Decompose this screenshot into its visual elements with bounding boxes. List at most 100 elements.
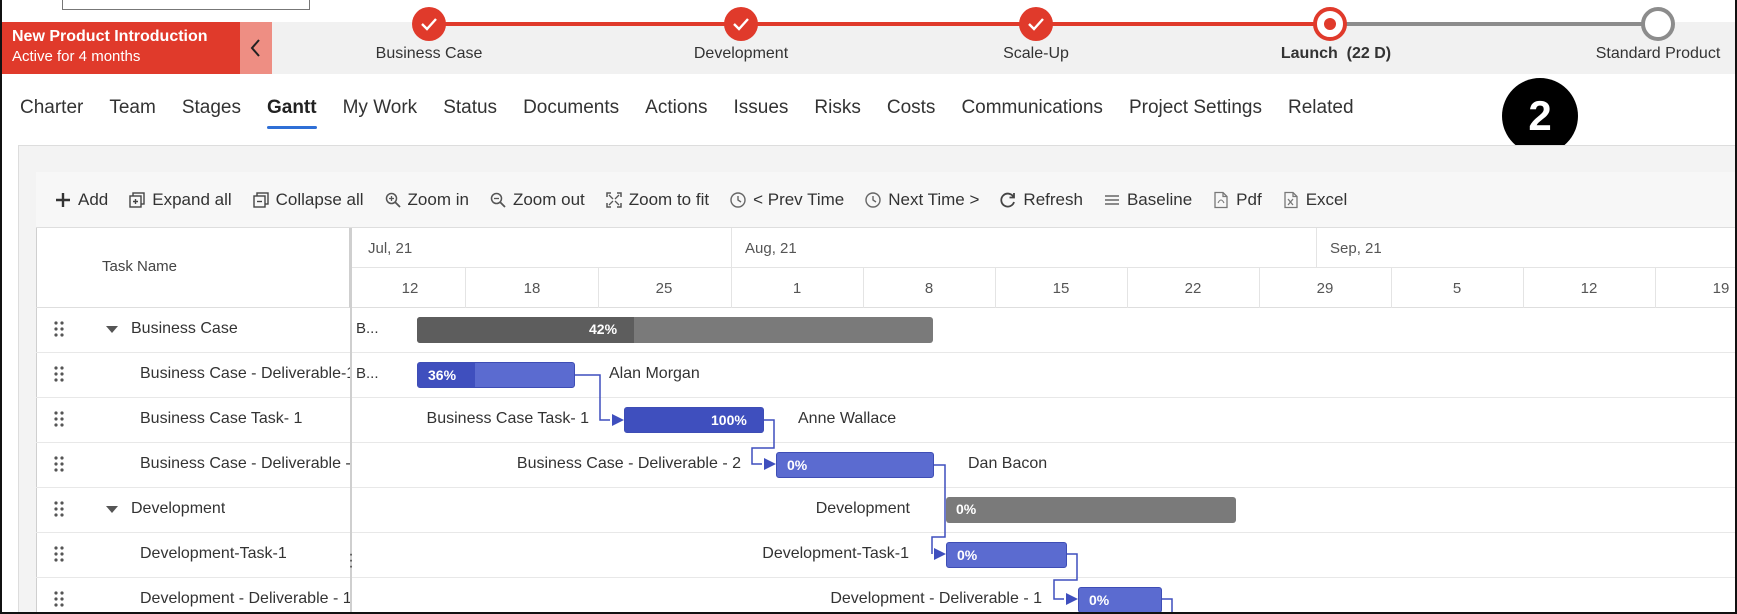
baseline-button[interactable]: Baseline — [1103, 190, 1192, 210]
refresh-label: Refresh — [1023, 189, 1083, 209]
zoom-to-fit-button[interactable]: Zoom to fit — [605, 190, 709, 210]
task-bar[interactable]: 36% — [417, 362, 575, 388]
tab-issues[interactable]: Issues — [733, 96, 788, 130]
task-name[interactable]: Development - Deliverable - 1 — [140, 590, 350, 608]
collapse-header-button[interactable] — [240, 22, 272, 74]
stage-line-pending — [1330, 22, 1658, 26]
task-name[interactable]: Development-Task-1 — [140, 545, 350, 563]
truncated-task-label: B... — [356, 320, 379, 337]
baseline-label: Baseline — [1126, 189, 1193, 209]
task-name[interactable]: Development — [131, 500, 225, 518]
plus-icon — [56, 192, 70, 207]
tab-team[interactable]: Team — [109, 96, 155, 130]
task-name[interactable]: Business Case - Deliverable-1 — [140, 365, 350, 383]
tab-charter[interactable]: Charter — [20, 96, 83, 130]
collapse-caret-icon[interactable] — [106, 326, 118, 333]
tab-documents[interactable]: Documents — [523, 96, 619, 130]
task-bar[interactable]: 100% — [624, 407, 764, 433]
bar-task-label: Business Case Task- 1 — [426, 410, 589, 427]
zoom-out-button[interactable]: Zoom out — [489, 190, 585, 210]
table-row[interactable]: Development - Deliverable - 1 Developmen… — [36, 578, 1735, 612]
table-row[interactable]: Business Case - Deliverable-1 B... 36% A… — [36, 353, 1735, 398]
tab-actions[interactable]: Actions — [645, 96, 707, 130]
task-grid-header: Task Name — [36, 228, 350, 308]
stage-marker-development[interactable] — [724, 7, 758, 41]
table-row[interactable]: Business Case B... 42% — [36, 308, 1735, 353]
add-button[interactable]: Add — [54, 190, 108, 210]
zoom-to-fit-label: Zoom to fit — [628, 189, 710, 209]
task-name[interactable]: Business Case — [131, 320, 238, 338]
tab-project-settings[interactable]: Project Settings — [1129, 96, 1262, 130]
stage-marker-scale-up[interactable] — [1019, 7, 1053, 41]
tab-gantt[interactable]: Gantt — [266, 96, 317, 130]
zoom-to-fit-icon — [606, 191, 622, 208]
collapse-caret-icon[interactable] — [106, 506, 118, 513]
month-label: Aug, 21 — [745, 240, 797, 257]
pdf-icon — [1214, 191, 1228, 208]
stage-marker-business-case[interactable] — [412, 7, 446, 41]
day-divider — [731, 268, 732, 308]
stage-marker-standard-product[interactable] — [1641, 7, 1675, 41]
drag-handle-icon[interactable] — [54, 410, 64, 428]
zoom-out-icon — [490, 192, 506, 208]
clock-icon — [865, 191, 881, 208]
tab-my-work[interactable]: My Work — [343, 96, 418, 130]
refresh-icon — [1000, 192, 1016, 207]
excel-export-button[interactable]: Excel — [1282, 189, 1348, 210]
table-row[interactable]: Business Case - Deliverable - 2 Business… — [36, 443, 1735, 488]
day-divider — [1391, 268, 1392, 308]
day-label: 12 — [1580, 280, 1598, 297]
timeline-header: Jul, 21 Aug, 21 Sep, 21 12 18 25 1 8 15 … — [352, 228, 1735, 308]
task-bar[interactable]: 0% — [1078, 587, 1162, 612]
next-time-button[interactable]: Next Time > — [864, 190, 979, 210]
day-label: 15 — [1052, 280, 1070, 297]
table-row[interactable]: Business Case Task- 1 Business Case Task… — [36, 398, 1735, 443]
tab-communications[interactable]: Communications — [961, 96, 1103, 130]
drag-handle-icon[interactable] — [54, 365, 64, 383]
table-row[interactable]: Development Development 0% — [36, 488, 1735, 533]
drag-handle-icon[interactable] — [54, 455, 64, 473]
excel-label: Excel — [1305, 189, 1348, 209]
collapse-all-label: Collapse all — [275, 189, 364, 209]
collapse-all-button[interactable]: Collapse all — [252, 190, 364, 210]
stage-marker-launch[interactable] — [1313, 7, 1347, 41]
drag-handle-icon[interactable] — [54, 590, 64, 608]
clock-icon — [730, 191, 746, 208]
day-label: 22 — [1184, 280, 1202, 297]
task-name[interactable]: Business Case Task- 1 — [140, 410, 350, 428]
summary-bar[interactable]: 42% — [417, 317, 933, 343]
pdf-label: Pdf — [1236, 189, 1262, 209]
splitter-handle-icon[interactable]: · · · — [346, 547, 356, 575]
pdf-export-button[interactable]: Pdf — [1212, 190, 1262, 210]
add-button-label: Add — [78, 189, 109, 209]
table-row[interactable]: Development-Task-1 Development-Task-1 0% — [36, 533, 1735, 578]
project-tabs: Charter Team Stages Gantt My Work Status… — [20, 96, 1380, 130]
tab-status[interactable]: Status — [443, 96, 497, 130]
tab-risks[interactable]: Risks — [814, 96, 860, 130]
stage-label-business-case: Business Case — [375, 45, 483, 62]
expand-all-button[interactable]: Expand all — [128, 190, 232, 210]
day-divider — [1127, 268, 1128, 308]
check-icon — [1028, 18, 1044, 31]
day-divider — [1523, 268, 1524, 308]
prev-time-button[interactable]: < Prev Time — [729, 190, 844, 210]
bar-task-label: Development — [815, 500, 910, 517]
day-label: 25 — [655, 280, 673, 297]
refresh-button[interactable]: Refresh — [999, 190, 1083, 210]
drag-handle-icon[interactable] — [54, 320, 64, 338]
drag-handle-icon[interactable] — [54, 545, 64, 563]
task-name[interactable]: Business Case - Deliverable - 2 — [140, 455, 350, 473]
chevron-left-icon — [250, 39, 260, 57]
check-icon — [421, 18, 437, 31]
tab-related[interactable]: Related — [1288, 96, 1354, 130]
expand-all-icon — [129, 191, 145, 208]
tab-costs[interactable]: Costs — [887, 96, 936, 130]
task-bar[interactable]: 0% — [946, 542, 1067, 568]
task-name-column-header[interactable]: Task Name — [102, 258, 177, 275]
summary-bar[interactable]: 0% — [946, 497, 1236, 523]
zoom-in-button[interactable]: Zoom in — [384, 190, 469, 210]
task-bar[interactable]: 0% — [776, 452, 934, 478]
tab-stages[interactable]: Stages — [182, 96, 241, 130]
drag-handle-icon[interactable] — [54, 500, 64, 518]
search-box-fragment[interactable] — [62, 0, 310, 10]
